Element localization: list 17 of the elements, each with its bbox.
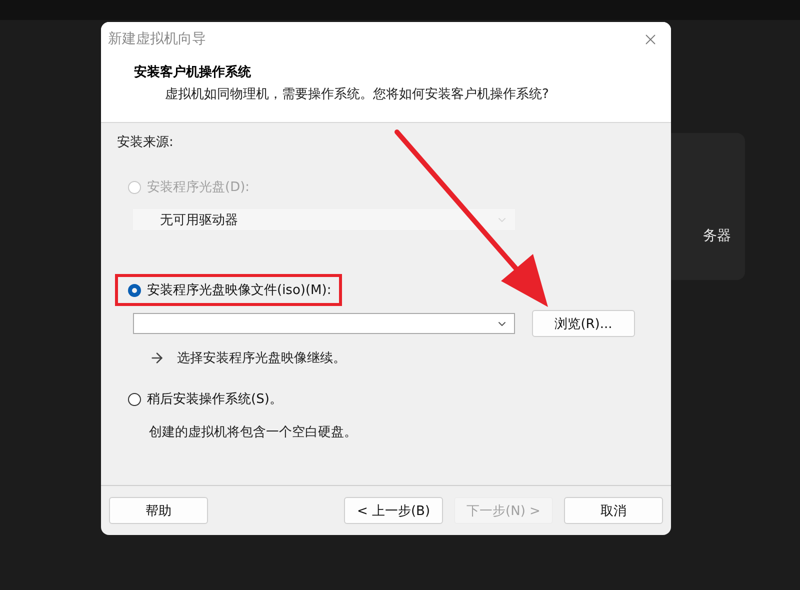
iso-path-dropdown[interactable] (133, 313, 515, 334)
panel-text: 务器 (703, 226, 731, 244)
wizard-button[interactable]: 取消 (564, 497, 663, 524)
header-title: 安装客户机操作系统 (134, 64, 252, 81)
window-title: 新建虚拟机向导 (108, 30, 206, 48)
option-label: 稍后安装操作系统(S)。 (147, 391, 282, 408)
radio-button[interactable] (128, 392, 141, 406)
browse-button[interactable]: 浏览(R)... (532, 310, 635, 337)
option-label: 安装程序光盘(D): (147, 179, 250, 196)
radio-button[interactable] (128, 284, 141, 296)
wizard-button[interactable]: < 上一步(B) (344, 497, 443, 524)
wizard-button[interactable]: 帮助 (109, 497, 208, 524)
section-label: 安装来源: (117, 134, 174, 151)
header-subtitle: 虚拟机如同物理机，需要操作系统。您将如何安装客户机操作系统? (164, 86, 550, 103)
option-label: 安装程序光盘映像文件(iso)(M): (147, 282, 332, 299)
note-text: 创建的虚拟机将包含一个空白硬盘。 (149, 424, 357, 441)
hint-text: 选择安装程序光盘映像继续。 (177, 350, 346, 367)
